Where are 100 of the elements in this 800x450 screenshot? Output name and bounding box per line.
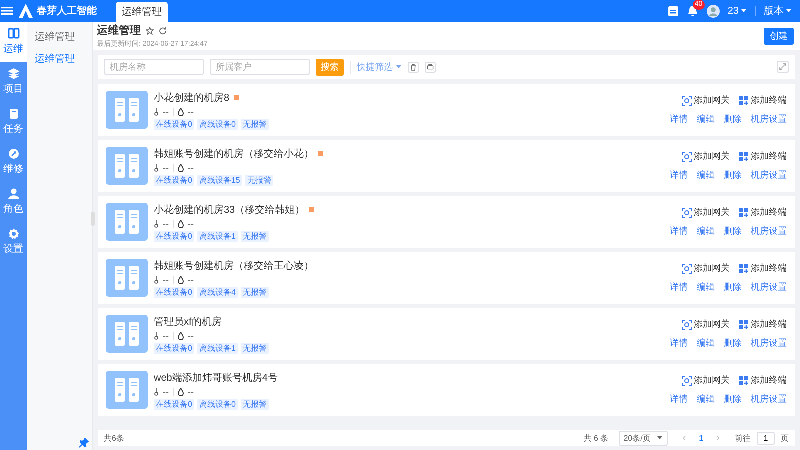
add-button[interactable]: 添加终端 (739, 94, 787, 107)
nav-item[interactable]: 维修 (0, 142, 27, 182)
thermometer-icon (154, 108, 159, 116)
action-link[interactable]: 机房设置 (751, 225, 787, 238)
filter-field[interactable]: 机房名称 (104, 59, 204, 75)
status-tag: 在线设备0 (154, 398, 194, 410)
action-link[interactable]: 编辑 (697, 113, 715, 126)
page-number[interactable]: 1 (695, 434, 708, 442)
humidity-value: -- (188, 218, 194, 228)
pin-icon[interactable] (79, 438, 89, 448)
thermometer-icon (154, 388, 159, 396)
document-icon (8, 108, 20, 120)
status-tag: 在线设备0 (154, 230, 194, 242)
nav-item[interactable]: 项目 (0, 62, 27, 102)
action-link[interactable]: 编辑 (697, 225, 715, 238)
server-drawing (113, 377, 141, 403)
action-link[interactable]: 机房设置 (751, 281, 787, 294)
status-tag: 无报警 (240, 342, 269, 354)
status-tag: 无报警 (240, 118, 269, 130)
grid-icon (8, 28, 20, 40)
caret-icon (786, 9, 792, 13)
status-tag: 离线设备4 (197, 286, 238, 298)
action-link[interactable]: 删除 (724, 113, 742, 126)
add-button[interactable]: 添加终端 (739, 374, 787, 387)
add-button[interactable]: 添加终端 (739, 262, 787, 275)
search-button[interactable]: 搜索 (316, 58, 344, 76)
add-button[interactable]: 添加终端 (739, 318, 787, 331)
status-tag: 离线设备0 (197, 118, 238, 130)
create-button[interactable]: 创建 (764, 28, 794, 44)
bell-icon[interactable] (686, 5, 699, 17)
action-link[interactable]: 机房设置 (751, 337, 787, 350)
action-link[interactable]: 详情 (670, 337, 688, 350)
add-button[interactable]: 添加网关 (682, 206, 730, 219)
status-tag: 在线设备0 (154, 174, 194, 186)
page-input[interactable]: 1 (757, 432, 775, 444)
add-button[interactable]: 添加网关 (682, 318, 730, 331)
status-tag: 离线设备15 (197, 174, 242, 186)
fullscreen-button[interactable] (777, 61, 789, 73)
room-name: 韩姐账号创建的机房（移交给小花） (154, 148, 314, 160)
scan-icon (682, 320, 692, 330)
action-link[interactable]: 机房设置 (751, 113, 787, 126)
drop-icon (178, 276, 184, 284)
action-link[interactable]: 详情 (670, 225, 688, 238)
action-link[interactable]: 机房设置 (751, 393, 787, 406)
menu-group-title: 运维管理 (34, 30, 76, 45)
record-count: 共6条 (104, 432, 124, 444)
action-link[interactable]: 详情 (670, 169, 688, 182)
nav-item[interactable]: 角色 (0, 182, 27, 222)
drop-icon (178, 108, 184, 116)
calendar-icon[interactable] (668, 6, 679, 16)
print-button[interactable] (425, 62, 436, 72)
action-link[interactable]: 编辑 (697, 337, 715, 350)
action-link[interactable]: 删除 (724, 169, 742, 182)
goto-label: 前往 (735, 432, 751, 444)
user-menu[interactable]: 23 (728, 6, 747, 16)
status-tag: 无报警 (240, 286, 269, 298)
add-button[interactable]: 添加网关 (682, 374, 730, 387)
temperature-value: -- (163, 162, 169, 172)
humidity-value: -- (188, 162, 194, 172)
add-button[interactable]: 添加终端 (739, 206, 787, 219)
add-button[interactable]: 添加网关 (682, 150, 730, 163)
action-link[interactable]: 详情 (670, 393, 688, 406)
action-link[interactable]: 详情 (670, 281, 688, 294)
action-link[interactable]: 编辑 (697, 393, 715, 406)
temperature-value: -- (163, 274, 169, 284)
add-button[interactable]: 添加终端 (739, 150, 787, 163)
page-tab[interactable]: 运维管理 (116, 2, 168, 22)
action-link[interactable]: 机房设置 (751, 169, 787, 182)
action-link[interactable]: 删除 (724, 393, 742, 406)
action-link[interactable]: 详情 (670, 113, 688, 126)
drop-icon (178, 388, 184, 396)
scan-icon (682, 264, 692, 274)
logo-text: 春芽人工智能 (37, 4, 97, 18)
action-link[interactable]: 删除 (724, 281, 742, 294)
humidity-value: -- (188, 330, 194, 340)
nav-item[interactable]: 设置 (0, 222, 27, 262)
status-tag: 在线设备0 (154, 118, 194, 130)
action-link[interactable]: 删除 (724, 225, 742, 238)
add-button[interactable]: 添加网关 (682, 262, 730, 275)
menu-item[interactable]: 运维管理 (27, 46, 92, 72)
nav-item[interactable]: 运维 (0, 22, 27, 62)
action-link[interactable]: 编辑 (697, 281, 715, 294)
filter-field[interactable]: 所属客户 (210, 59, 310, 75)
add-button[interactable]: 添加网关 (682, 94, 730, 107)
avatar-icon[interactable] (706, 4, 720, 18)
star-icon[interactable] (146, 26, 154, 34)
menu-icon[interactable] (0, 5, 14, 17)
action-link[interactable]: 编辑 (697, 169, 715, 182)
page-size-select[interactable]: 20条/页 (618, 430, 668, 446)
caret-icon (396, 65, 402, 69)
refresh-icon[interactable] (159, 26, 167, 34)
status-tag: 无报警 (240, 398, 269, 410)
nav-item[interactable]: 任务 (0, 102, 27, 142)
trash-button[interactable] (408, 62, 419, 72)
version-menu[interactable]: 版本 (764, 4, 792, 18)
quick-filter-dropdown[interactable]: 快捷筛选 (350, 60, 402, 74)
total-count: 共 6 条 (584, 432, 609, 444)
humidity-value: -- (188, 274, 194, 284)
action-link[interactable]: 删除 (724, 337, 742, 350)
drop-icon (178, 220, 184, 228)
